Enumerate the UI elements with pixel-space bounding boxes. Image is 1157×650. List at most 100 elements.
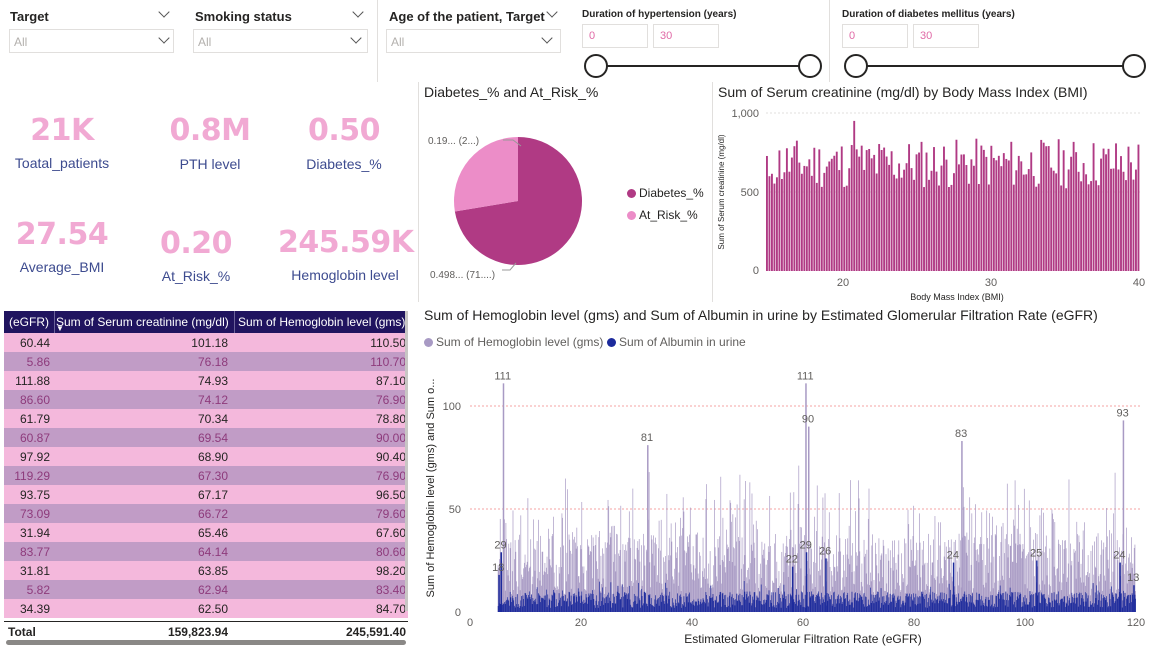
- albumin-bar[interactable]: [1078, 593, 1080, 612]
- albumin-bar[interactable]: [761, 604, 763, 612]
- albumin-bar[interactable]: [798, 594, 800, 612]
- albumin-bar[interactable]: [909, 593, 910, 612]
- hemoglobin-bar[interactable]: [1088, 577, 1090, 612]
- albumin-bar[interactable]: [1046, 606, 1048, 612]
- albumin-bar[interactable]: [975, 606, 976, 612]
- bmi-bar[interactable]: [1132, 179, 1135, 271]
- albumin-bar[interactable]: [1113, 596, 1115, 612]
- albumin-bar[interactable]: [926, 607, 928, 612]
- albumin-bar[interactable]: [701, 602, 703, 612]
- albumin-bar[interactable]: [936, 599, 938, 612]
- albumin-bar[interactable]: [1076, 592, 1078, 612]
- albumin-bar[interactable]: [775, 607, 777, 612]
- albumin-bar[interactable]: [925, 607, 927, 612]
- hemoglobin-bar[interactable]: [814, 516, 815, 612]
- hemoglobin-bar[interactable]: [1018, 504, 1019, 612]
- albumin-bar[interactable]: [1034, 606, 1036, 612]
- albumin-bar[interactable]: [724, 604, 726, 612]
- albumin-bar[interactable]: [553, 592, 555, 612]
- albumin-bar[interactable]: [888, 597, 890, 612]
- albumin-bar[interactable]: [755, 600, 757, 612]
- albumin-bar[interactable]: [657, 598, 659, 612]
- albumin-bar[interactable]: [550, 607, 551, 612]
- albumin-bar[interactable]: [982, 604, 984, 612]
- albumin-bar[interactable]: [1100, 600, 1102, 612]
- hemoglobin-bar[interactable]: [745, 481, 746, 612]
- bmi-bar[interactable]: [893, 174, 896, 271]
- albumin-bar[interactable]: [660, 594, 661, 612]
- bmi-bar[interactable]: [880, 150, 883, 271]
- albumin-bar[interactable]: [743, 581, 745, 612]
- albumin-bar[interactable]: [785, 596, 787, 612]
- bmi-bar[interactable]: [995, 160, 998, 271]
- albumin-bar[interactable]: [1048, 597, 1049, 612]
- albumin-bar[interactable]: [708, 602, 710, 612]
- albumin-bar[interactable]: [899, 596, 901, 612]
- hemoglobin-bar[interactable]: [732, 514, 734, 612]
- albumin-bar[interactable]: [955, 606, 956, 612]
- albumin-bar[interactable]: [842, 601, 844, 612]
- albumin-bar[interactable]: [948, 583, 950, 612]
- hemoglobin-bar[interactable]: [571, 553, 573, 612]
- albumin-bar[interactable]: [852, 602, 854, 612]
- albumin-bar[interactable]: [672, 602, 674, 612]
- table-row[interactable]: 73.09 66.72 79.60: [4, 504, 408, 523]
- albumin-bar[interactable]: [867, 599, 869, 612]
- albumin-bar[interactable]: [1107, 607, 1109, 612]
- albumin-bar[interactable]: [651, 604, 653, 612]
- albumin-peak-bar[interactable]: [952, 562, 955, 612]
- albumin-bar[interactable]: [720, 591, 722, 612]
- albumin-bar[interactable]: [740, 601, 741, 612]
- hemoglobin-bar[interactable]: [523, 562, 525, 612]
- bmi-bar[interactable]: [940, 165, 943, 271]
- albumin-bar[interactable]: [591, 593, 593, 612]
- albumin-bar[interactable]: [1044, 597, 1046, 612]
- slicer-age-dropdown[interactable]: All: [386, 29, 561, 53]
- albumin-bar[interactable]: [1072, 602, 1074, 612]
- hemoglobin-bar[interactable]: [519, 534, 520, 612]
- albumin-bar[interactable]: [1030, 595, 1032, 612]
- albumin-bar[interactable]: [955, 597, 957, 612]
- albumin-bar[interactable]: [1017, 592, 1019, 612]
- albumin-bar[interactable]: [1085, 601, 1087, 612]
- albumin-bar[interactable]: [882, 596, 883, 612]
- albumin-bar[interactable]: [760, 584, 762, 612]
- hemoglobin-bar[interactable]: [728, 547, 729, 612]
- hemoglobin-bar[interactable]: [989, 513, 990, 612]
- albumin-bar[interactable]: [679, 595, 680, 612]
- albumin-bar[interactable]: [788, 605, 790, 612]
- albumin-bar[interactable]: [746, 591, 748, 612]
- hemoglobin-bar[interactable]: [962, 487, 964, 612]
- albumin-bar[interactable]: [652, 605, 654, 612]
- hemoglobin-bar[interactable]: [1025, 558, 1027, 612]
- albumin-bar[interactable]: [727, 597, 729, 612]
- hemoglobin-bar[interactable]: [675, 522, 676, 612]
- hemoglobin-bar[interactable]: [1114, 472, 1116, 612]
- albumin-bar[interactable]: [763, 604, 765, 612]
- albumin-bar[interactable]: [1038, 591, 1040, 612]
- albumin-bar[interactable]: [542, 597, 544, 612]
- hemoglobin-bar[interactable]: [505, 522, 507, 612]
- albumin-bar[interactable]: [848, 604, 850, 612]
- table-row[interactable]: 119.29 67.30 76.90: [4, 466, 408, 485]
- bmi-bar[interactable]: [778, 150, 781, 271]
- bmi-bar[interactable]: [785, 148, 788, 271]
- albumin-bar[interactable]: [846, 595, 848, 612]
- albumin-bar[interactable]: [548, 605, 549, 612]
- albumin-bar[interactable]: [514, 607, 516, 612]
- bmi-bar[interactable]: [1122, 171, 1125, 271]
- albumin-bar[interactable]: [1096, 604, 1098, 612]
- albumin-bar[interactable]: [601, 601, 602, 612]
- bmi-bar[interactable]: [803, 165, 806, 271]
- albumin-bar[interactable]: [833, 592, 834, 612]
- bmi-bar[interactable]: [805, 166, 808, 271]
- albumin-bar[interactable]: [1075, 597, 1077, 612]
- bmi-bar[interactable]: [1020, 161, 1023, 271]
- albumin-bar[interactable]: [987, 597, 989, 612]
- slicer-target-dropdown[interactable]: All: [9, 29, 174, 53]
- hemoglobin-bar[interactable]: [1023, 488, 1025, 612]
- albumin-bar[interactable]: [1015, 607, 1017, 612]
- albumin-bar[interactable]: [971, 596, 973, 612]
- albumin-bar[interactable]: [1014, 601, 1015, 612]
- albumin-bar[interactable]: [1126, 598, 1127, 612]
